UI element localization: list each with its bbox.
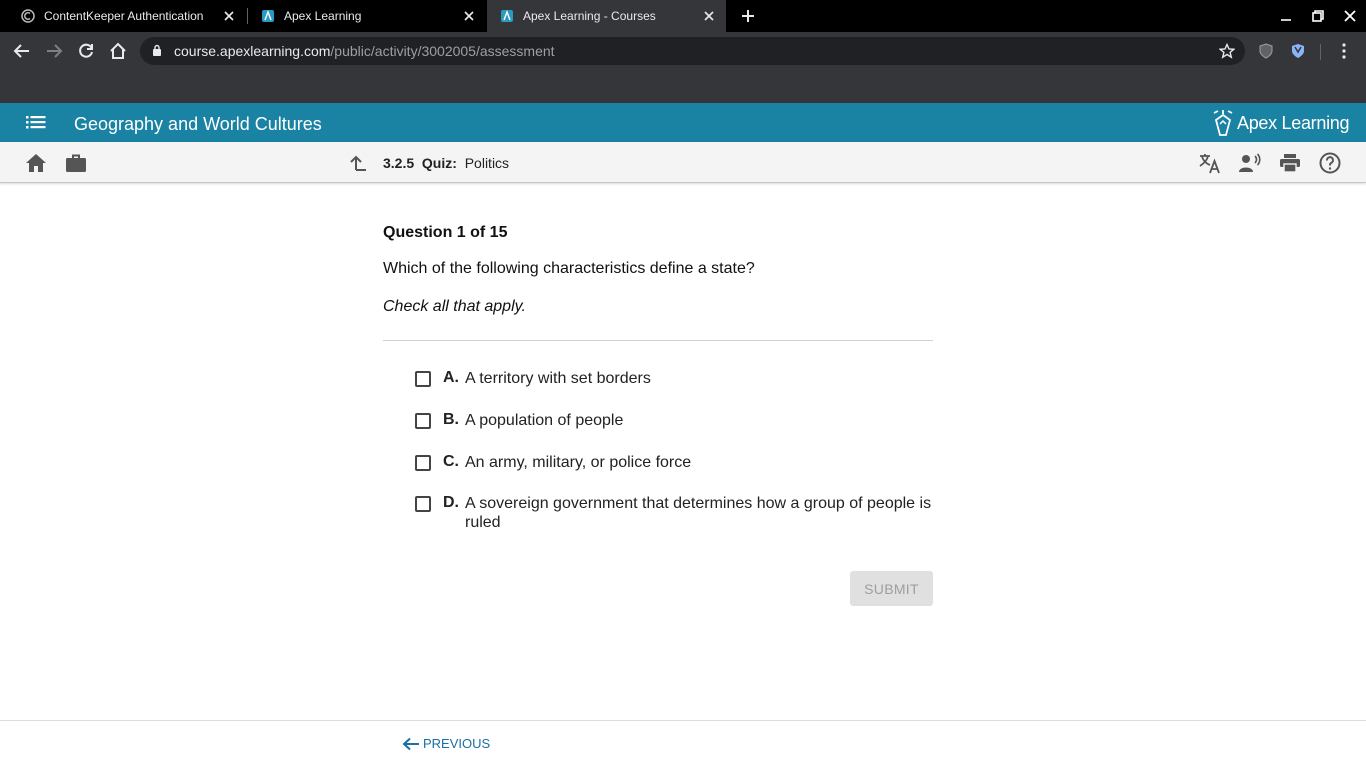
apex-favicon-icon <box>499 8 515 24</box>
translate-icon[interactable] <box>1198 151 1222 175</box>
print-icon[interactable] <box>1278 151 1302 175</box>
answer-option-c[interactable]: C. An army, military, or police force <box>415 453 935 472</box>
close-tab-icon[interactable] <box>462 9 476 23</box>
tab-apex-courses[interactable]: Apex Learning - Courses <box>487 0 726 32</box>
brand-name: Apex Learning <box>1237 112 1350 133</box>
tab-title: Apex Learning <box>284 9 362 23</box>
option-checkbox[interactable] <box>415 371 431 387</box>
answer-option-a[interactable]: A. A territory with set borders <box>415 369 935 388</box>
option-checkbox[interactable] <box>415 455 431 471</box>
close-window-button[interactable] <box>1334 0 1366 32</box>
url-path: /public/activity/3002005/assessment <box>330 43 555 59</box>
previous-button[interactable]: PREVIOUS <box>402 736 490 751</box>
activity-type: Quiz: <box>421 155 457 171</box>
url-text: course.apexlearning.com/public/activity/… <box>174 43 555 59</box>
footer-nav: PREVIOUS <box>0 720 1366 768</box>
breadcrumb: 3.2.5 Quiz: Politics <box>383 155 509 171</box>
option-text: An army, military, or police force <box>465 454 692 471</box>
new-tab-button[interactable] <box>732 0 764 32</box>
address-bar[interactable]: course.apexlearning.com/public/activity/… <box>140 37 1245 65</box>
option-letter: D. <box>443 494 459 511</box>
option-checkbox[interactable] <box>415 496 431 512</box>
question-counter: Question 1 of 15 <box>383 224 508 241</box>
activity-number: 3.2.5 <box>383 155 415 171</box>
home-button[interactable] <box>106 39 130 63</box>
forward-button[interactable] <box>42 39 66 63</box>
answer-option-d[interactable]: D. A sovereign government that determine… <box>415 494 935 532</box>
previous-label: PREVIOUS <box>423 736 491 751</box>
bookmark-star-icon[interactable] <box>1218 42 1236 64</box>
apex-favicon-icon <box>260 8 276 24</box>
divider <box>383 340 933 341</box>
submit-button[interactable]: SUBMIT <box>850 571 933 606</box>
toolbar-separator <box>1320 44 1321 60</box>
text-to-speech-icon[interactable] <box>1238 151 1262 175</box>
arrow-left-icon <box>402 737 419 750</box>
option-text: A population of people <box>465 412 624 429</box>
tab-title: ContentKeeper Authentication <box>44 9 204 23</box>
option-text: A territory with set borders <box>465 370 651 387</box>
tab-contentkeeper[interactable]: ContentKeeper Authentication <box>0 0 246 32</box>
contentkeeper-favicon-icon <box>20 8 36 24</box>
tab-apex-learning[interactable]: Apex Learning <box>248 0 486 32</box>
option-text: A sovereign government that determines h… <box>465 495 932 531</box>
briefcase-icon[interactable] <box>64 151 88 175</box>
home-icon[interactable] <box>24 151 48 175</box>
activity-toolbar: 3.2.5 Quiz: Politics <box>0 142 1366 183</box>
browser-menu-icon[interactable] <box>1332 39 1356 63</box>
question-hint: Check all that apply. <box>383 298 526 315</box>
tab-title: Apex Learning - Courses <box>523 9 656 23</box>
activity-name: Politics <box>464 155 510 171</box>
menu-list-icon[interactable] <box>26 114 46 135</box>
option-letter: C. <box>443 453 459 470</box>
apex-learning-logo[interactable]: Apex Learning <box>1212 110 1349 136</box>
reload-button[interactable] <box>74 39 98 63</box>
shield-extension-icon[interactable] <box>1254 39 1278 63</box>
help-icon[interactable] <box>1318 151 1342 175</box>
toolbar-spacer <box>0 70 1366 103</box>
up-level-icon[interactable] <box>346 151 370 175</box>
minimize-button[interactable] <box>1270 0 1302 32</box>
option-letter: B. <box>443 411 459 428</box>
apex-logo-icon <box>1213 110 1233 136</box>
answer-option-b[interactable]: B. A population of people <box>415 411 935 430</box>
course-title: Geography and World Cultures <box>74 114 322 134</box>
question-text: Which of the following characteristics d… <box>383 260 755 277</box>
close-tab-icon[interactable] <box>222 9 236 23</box>
option-checkbox[interactable] <box>415 413 431 429</box>
lock-icon <box>152 44 162 62</box>
browser-tab-strip: ContentKeeper Authentication Apex Learni… <box>0 0 1366 32</box>
shield-check-extension-icon[interactable] <box>1286 39 1310 63</box>
close-tab-icon[interactable] <box>702 9 716 23</box>
app-header: Geography and World Cultures Apex Learni… <box>0 103 1366 142</box>
back-button[interactable] <box>10 39 34 63</box>
url-host: course.apexlearning.com <box>174 43 331 59</box>
option-letter: A. <box>443 369 459 386</box>
restore-button[interactable] <box>1302 0 1334 32</box>
